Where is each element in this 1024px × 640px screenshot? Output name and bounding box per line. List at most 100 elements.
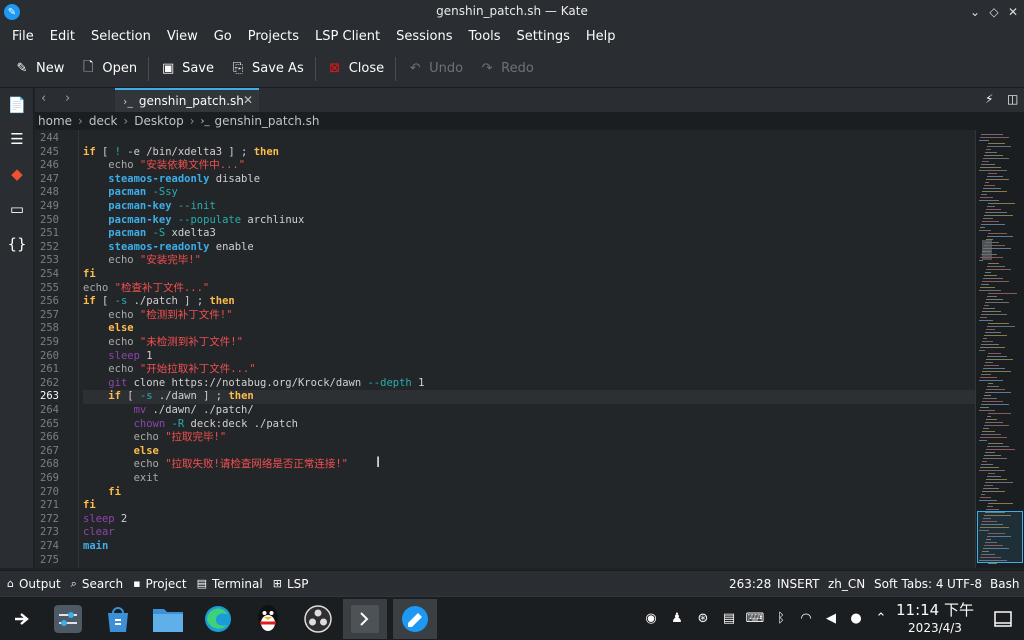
code-line[interactable]: echo "检查补丁文件...": [83, 282, 975, 296]
breadcrumb-deck[interactable]: deck: [89, 114, 118, 128]
menu-view[interactable]: View: [159, 24, 206, 50]
code-line[interactable]: fi: [83, 499, 975, 513]
chevron-up-icon[interactable]: ⌃: [872, 609, 890, 627]
close-window-icon[interactable]: ✕: [1004, 3, 1022, 21]
code-line[interactable]: pacman-key --init: [83, 200, 975, 214]
terminal-toggle[interactable]: ▤ Terminal: [192, 577, 268, 591]
code-line[interactable]: sleep 2: [83, 513, 975, 527]
microphone-icon[interactable]: ●: [847, 609, 865, 627]
code-line[interactable]: fi: [83, 486, 975, 500]
menu-edit[interactable]: Edit: [42, 24, 83, 50]
redo-button[interactable]: ↷ Redo: [471, 54, 542, 84]
menu-go[interactable]: Go: [206, 24, 240, 50]
code-line[interactable]: chown -R deck:deck ./patch: [83, 418, 975, 432]
code-line[interactable]: pacman -S xdelta3: [83, 227, 975, 241]
code-line[interactable]: mv ./dawn/ ./patch/: [83, 404, 975, 418]
code-line[interactable]: echo "检测到补丁文件!": [83, 309, 975, 323]
cursor-position[interactable]: 263:28: [729, 577, 771, 591]
language-mode[interactable]: Bash: [990, 577, 1019, 591]
breadcrumb-desktop[interactable]: Desktop: [134, 114, 184, 128]
show-desktop-icon[interactable]: [993, 609, 1013, 629]
filesystem-browser-icon[interactable]: ▭: [6, 198, 28, 220]
code-area[interactable]: if [ ! -e /bin/xdelta3 ] ; then echo "安装…: [83, 130, 975, 568]
kate-taskbar-icon[interactable]: [393, 599, 437, 639]
close-button[interactable]: ⊠ Close: [319, 54, 392, 84]
code-line[interactable]: if [ ! -e /bin/xdelta3 ] ; then: [83, 146, 975, 160]
code-line[interactable]: pacman-key --populate archlinux: [83, 214, 975, 228]
indentation-setting[interactable]: Soft Tabs: 4: [874, 577, 944, 591]
steam-client-icon[interactable]: ⊛: [694, 609, 712, 627]
code-line[interactable]: git clone https://notabug.org/Krock/dawn…: [83, 377, 975, 391]
code-line[interactable]: echo "开始拉取补丁文件...": [83, 363, 975, 377]
chevron-right-icon[interactable]: ›: [65, 91, 70, 106]
new-button[interactable]: ✎ New: [6, 54, 72, 84]
symbols-panel-icon[interactable]: ☰: [6, 128, 28, 150]
code-editor[interactable]: 244 245 246 247 248 249 250 251 252 253 254 255 256 2…: [35, 130, 975, 568]
open-button[interactable]: 🗋 Open: [72, 54, 145, 84]
code-line[interactable]: fi: [83, 268, 975, 282]
menu-lsp-client[interactable]: LSP Client: [307, 24, 388, 50]
menu-settings[interactable]: Settings: [509, 24, 578, 50]
edge-browser-icon[interactable]: [196, 599, 240, 639]
clipboard-icon[interactable]: ▤: [720, 609, 738, 627]
save-as-button[interactable]: ⎘ Save As: [222, 54, 312, 84]
maximize-icon[interactable]: ◇: [985, 3, 1003, 21]
menu-help[interactable]: Help: [578, 24, 624, 50]
steam-tray-icon[interactable]: ◉: [642, 609, 660, 627]
lsp-toggle[interactable]: ⊞ LSP: [268, 577, 314, 591]
code-line[interactable]: echo "拉取完毕!": [83, 431, 975, 445]
file-manager-icon[interactable]: [146, 599, 190, 639]
menu-selection[interactable]: Selection: [83, 24, 159, 50]
code-line[interactable]: exit: [83, 472, 975, 486]
save-button[interactable]: ▣ Save: [152, 54, 222, 84]
menu-sessions[interactable]: Sessions: [388, 24, 460, 50]
search-toggle[interactable]: ⌕ Search: [66, 577, 128, 591]
dictionary-locale[interactable]: zh_CN: [828, 577, 865, 591]
undo-button[interactable]: ↶ Undo: [399, 54, 471, 84]
bluetooth-icon[interactable]: ᛒ: [772, 609, 790, 627]
code-line[interactable]: echo "安装完毕!": [83, 254, 975, 268]
menu-file[interactable]: File: [4, 24, 42, 50]
clock-date[interactable]: 2023/4/3: [892, 621, 978, 635]
konsole-icon[interactable]: [343, 599, 387, 639]
breadcrumb-home[interactable]: home: [38, 114, 72, 128]
pin-icon[interactable]: ⚡: [985, 92, 993, 106]
code-line[interactable]: sleep 1: [83, 350, 975, 364]
split-view-icon[interactable]: ◫: [1007, 92, 1018, 106]
project-toggle[interactable]: ▪ Project: [128, 577, 192, 591]
code-line[interactable]: pacman -Ssy: [83, 186, 975, 200]
code-line[interactable]: echo "未检测到补丁文件!": [83, 336, 975, 350]
code-line[interactable]: steamos-readonly disable: [83, 173, 975, 187]
menu-projects[interactable]: Projects: [240, 24, 307, 50]
code-line[interactable]: else: [83, 322, 975, 336]
app-launcher-icon[interactable]: [0, 599, 44, 639]
breadcrumb-file[interactable]: genshin_patch.sh: [215, 114, 320, 128]
documents-panel-icon[interactable]: 📄: [6, 94, 28, 116]
encoding-setting[interactable]: UTF-8: [947, 577, 982, 591]
code-line[interactable]: else: [83, 445, 975, 459]
code-line[interactable]: main: [83, 540, 975, 554]
qq-icon[interactable]: [246, 599, 290, 639]
obs-studio-icon[interactable]: [296, 599, 340, 639]
git-panel-icon[interactable]: ◆: [6, 163, 28, 185]
qq-tray-icon[interactable]: ♟: [668, 609, 686, 627]
input-mode[interactable]: INSERT: [777, 577, 820, 591]
code-line[interactable]: steamos-readonly enable: [83, 241, 975, 255]
discover-store-icon[interactable]: [96, 599, 140, 639]
wifi-icon[interactable]: ◠: [797, 609, 815, 627]
minimap-scrollbar[interactable]: [975, 130, 1024, 568]
system-settings-icon[interactable]: [46, 599, 90, 639]
tab-genshin-patch[interactable]: ›_ genshin_patch.sh ✕: [115, 88, 259, 112]
menu-tools[interactable]: Tools: [461, 24, 509, 50]
code-line[interactable]: if [ -s ./patch ] ; then: [83, 295, 975, 309]
close-tab-icon[interactable]: ✕: [243, 93, 253, 107]
code-line[interactable]: if [ -s ./dawn ] ; then: [83, 390, 975, 404]
clock-time[interactable]: 11:14 下午: [892, 601, 978, 619]
output-toggle[interactable]: ⌂ Output: [2, 577, 66, 591]
code-outline-icon[interactable]: {}: [6, 233, 28, 255]
minimize-icon[interactable]: ⌄: [966, 3, 984, 21]
code-line[interactable]: clear: [83, 526, 975, 540]
code-line[interactable]: echo "安装依赖文件中...": [83, 159, 975, 173]
code-line[interactable]: [83, 554, 975, 568]
code-line[interactable]: [83, 132, 975, 146]
